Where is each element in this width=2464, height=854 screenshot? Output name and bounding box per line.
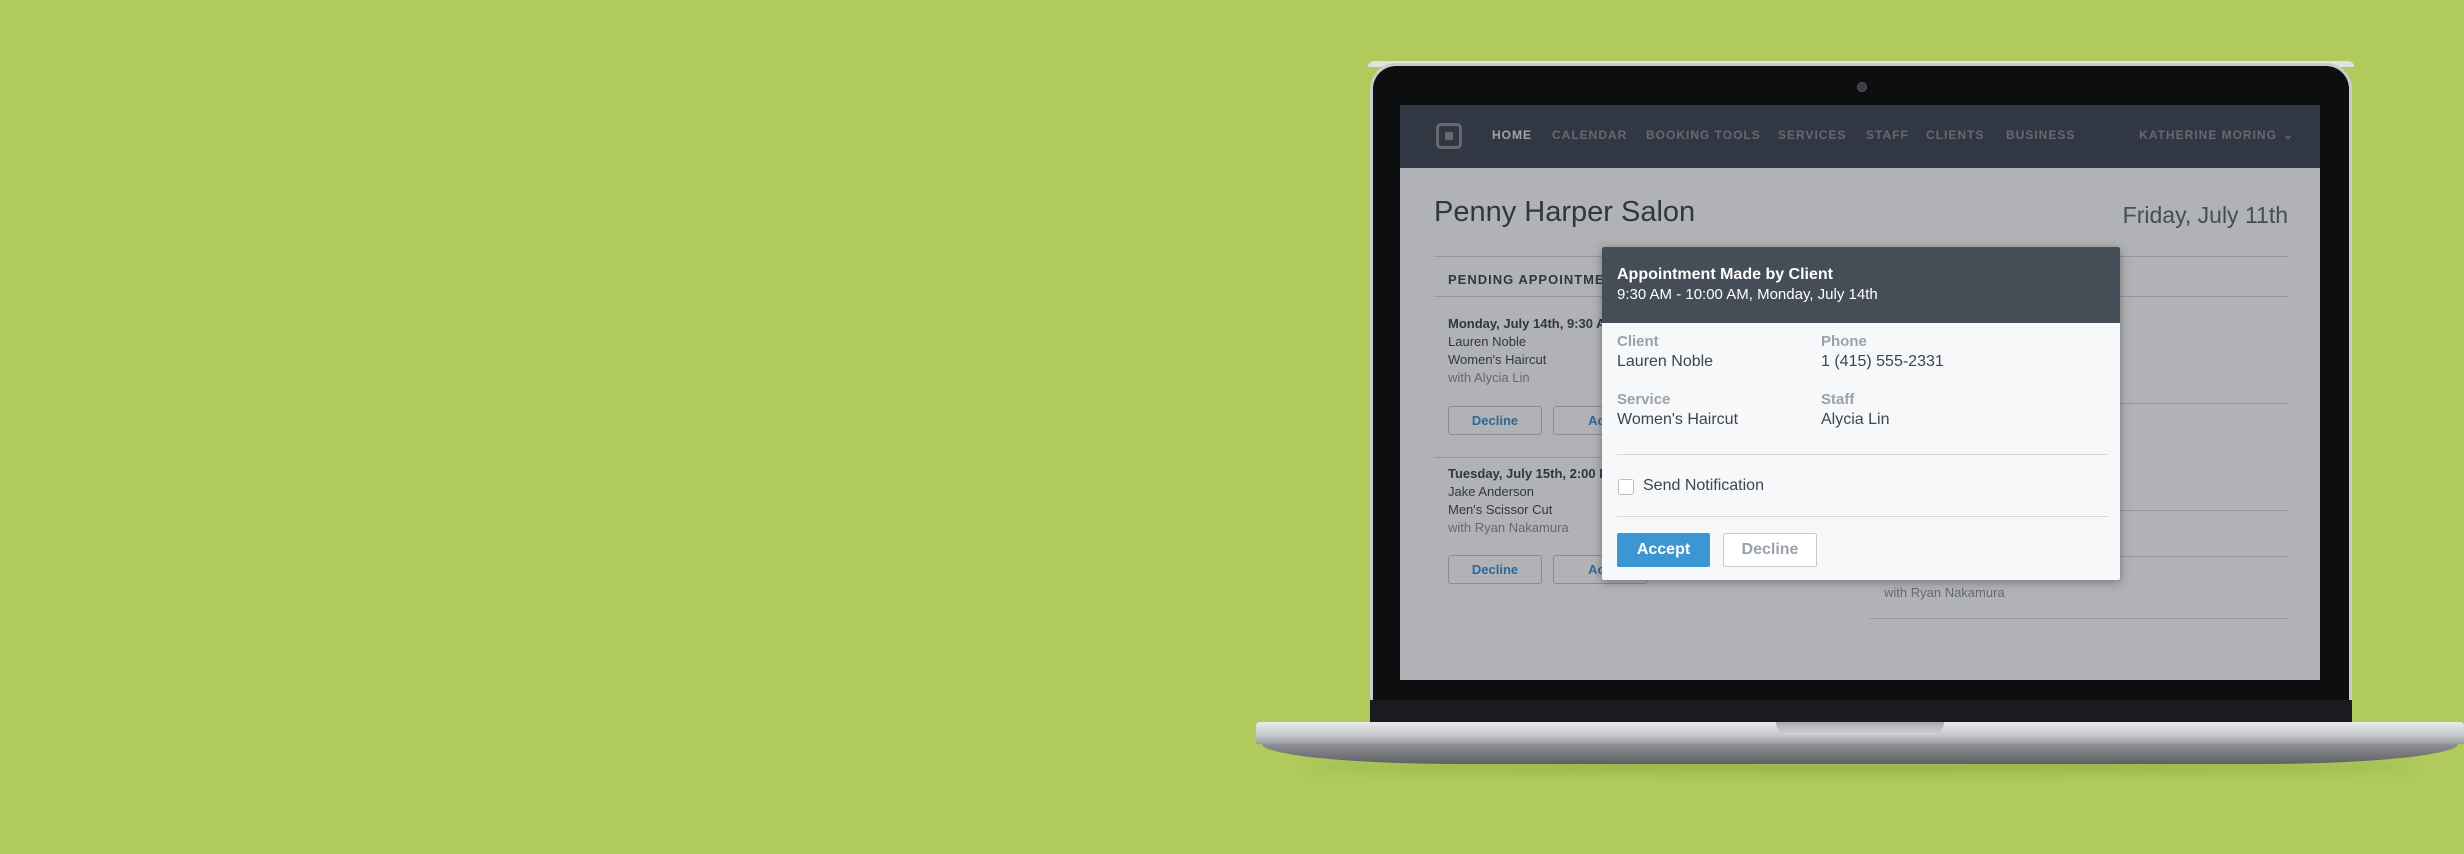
nav-clients[interactable]: CLIENTS	[1926, 128, 1984, 142]
page-date: Friday, July 11th	[2122, 202, 2288, 228]
appointment-service: Women's Haircut	[1448, 352, 1547, 367]
laptop-notch	[1776, 722, 1944, 735]
appointment-staff: with Alycia Lin	[1448, 370, 1530, 385]
section-heading: PENDING APPOINTMEN	[1448, 272, 1616, 287]
appointment-staff: with Ryan Nakamura	[1448, 520, 1569, 535]
decline-button[interactable]: Decline	[1448, 406, 1542, 435]
square-logo-icon[interactable]	[1436, 123, 1462, 149]
appointment-client: Jake Anderson	[1448, 484, 1535, 499]
nav-business[interactable]: BUSINESS	[2006, 128, 2075, 142]
divider	[1870, 618, 2288, 619]
modal-header: Appointment Made by Client 9:30 AM - 10:…	[1602, 247, 2120, 323]
modal-title: Appointment Made by Client	[1617, 266, 1833, 283]
phone-label: Phone	[1821, 333, 1867, 350]
staff-value: Alycia Lin	[1821, 411, 1890, 428]
nav-booking-tools[interactable]: BOOKING TOOLS	[1646, 128, 1761, 142]
decline-button[interactable]: Decline	[1723, 533, 1817, 567]
client-value: Lauren Noble	[1617, 353, 1714, 370]
appointment-client: Lauren Noble	[1448, 334, 1527, 349]
divider	[1617, 516, 2108, 517]
appointment-item: Tuesday, July 15th, 2:00 P Jake Anderson…	[1448, 465, 1608, 537]
laptop-chin	[1370, 700, 2352, 722]
nav-calendar[interactable]: CALENDAR	[1552, 128, 1627, 142]
service-label: Service	[1617, 391, 1671, 408]
laptop-screen: HOME CALENDAR BOOKING TOOLS SERVICES STA…	[1400, 105, 2320, 680]
divider	[1617, 454, 2108, 455]
top-nav: HOME CALENDAR BOOKING TOOLS SERVICES STA…	[1400, 105, 2320, 168]
appointment-modal: Appointment Made by Client 9:30 AM - 10:…	[1602, 247, 2120, 580]
notification-checkbox[interactable]	[1618, 479, 1634, 495]
notification-label[interactable]: Send Notification	[1643, 477, 1764, 495]
service-value: Women's Haircut	[1617, 411, 1739, 428]
modal-subtitle: 9:30 AM - 10:00 AM, Monday, July 14th	[1617, 286, 1878, 303]
appointment-item: Monday, July 14th, 9:30 A Lauren Noble W…	[1448, 315, 1606, 387]
accept-button[interactable]: Accept	[1617, 533, 1710, 567]
decline-button[interactable]: Decline	[1448, 555, 1542, 584]
appointment-staff: with Ryan Nakamura	[1884, 585, 2005, 600]
phone-value: 1 (415) 555-2331	[1821, 353, 1944, 370]
nav-home[interactable]: HOME	[1492, 128, 1532, 142]
user-menu[interactable]: KATHERINE MORING ⌄	[2139, 128, 2294, 142]
staff-label: Staff	[1821, 391, 1855, 408]
chevron-down-icon: ⌄	[2282, 128, 2294, 142]
appointment-service: Men's Scissor Cut	[1448, 502, 1553, 517]
page-title: Penny Harper Salon	[1434, 196, 1696, 228]
nav-staff[interactable]: STAFF	[1866, 128, 1909, 142]
client-label: Client	[1617, 333, 1659, 350]
camera-icon	[1857, 82, 1867, 92]
nav-services[interactable]: SERVICES	[1778, 128, 1846, 142]
appointment-time: Monday, July 14th, 9:30 A	[1448, 316, 1606, 331]
appointment-time: Tuesday, July 15th, 2:00 P	[1448, 466, 1608, 481]
laptop-base-bottom	[1262, 744, 2458, 764]
user-name: KATHERINE MORING	[2139, 128, 2277, 142]
